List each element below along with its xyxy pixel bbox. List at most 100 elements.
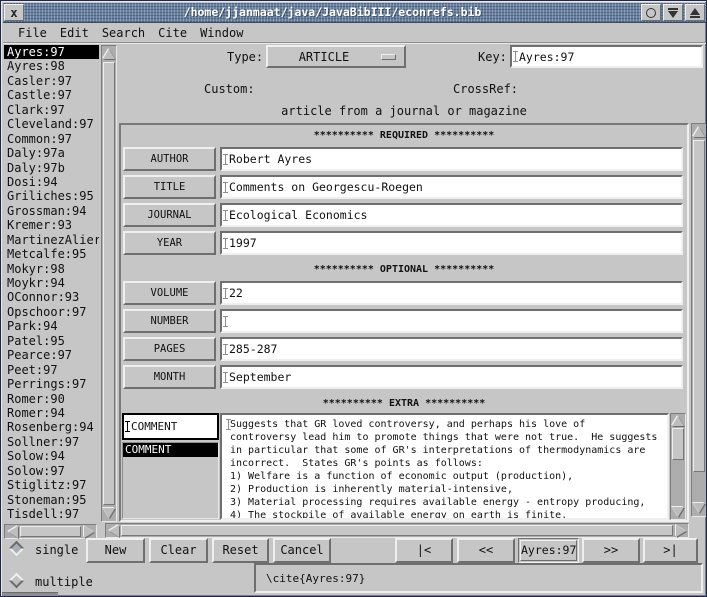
title-bar[interactable]: x /home/jjanmaat/java/JavaBibIII/econref…	[3, 3, 706, 23]
list-item[interactable]: Perrings:97	[4, 377, 99, 391]
list-item[interactable]: Stiglitz:97	[4, 478, 99, 492]
author-field-button[interactable]: AUTHOR	[123, 147, 216, 171]
list-item[interactable]: Cleveland:97	[4, 117, 99, 131]
list-item[interactable]: Griliches:95	[4, 189, 99, 203]
cancel-button[interactable]: Cancel	[273, 538, 331, 563]
number-field-button[interactable]: NUMBER	[123, 309, 216, 333]
list-item[interactable]: Kremer:93	[4, 218, 99, 232]
list-item[interactable]: Patel:95	[4, 334, 99, 348]
journal-input[interactable]: Ecological Economics	[220, 203, 683, 227]
list-item[interactable]: Ayres:98	[4, 59, 99, 73]
scroll-up-icon[interactable]	[102, 47, 116, 61]
scrollbar-thumb[interactable]	[672, 428, 684, 460]
list-item[interactable]: Park:94	[4, 319, 99, 333]
type-dropdown[interactable]: ARTICLE	[266, 45, 406, 68]
scroll-right-icon[interactable]	[674, 524, 687, 537]
list-item[interactable]: Romer:94	[4, 406, 99, 420]
key-input[interactable]: Ayres:97	[510, 45, 703, 68]
list-item[interactable]: Clark:97	[4, 103, 99, 117]
list-item[interactable]: Stoneman:95	[4, 493, 99, 507]
reset-button[interactable]: Reset	[212, 538, 269, 563]
list-item[interactable]: Sollner:97	[4, 435, 99, 449]
volume-input[interactable]: 22	[220, 281, 683, 305]
reference-list[interactable]: Ayres:97Ayres:98Casler:97Castle:97Clark:…	[4, 45, 99, 522]
list-item[interactable]: Solow:94	[4, 449, 99, 463]
cite-output-field[interactable]: \cite{Ayres:97}	[254, 563, 703, 593]
pages-input[interactable]: 285-287	[220, 337, 683, 361]
author-input[interactable]: Robert Ayres	[220, 147, 683, 171]
scroll-up-icon[interactable]	[692, 125, 706, 139]
cite-multiple-radio[interactable]	[9, 573, 25, 589]
list-item[interactable]: Ayres:97	[4, 45, 99, 59]
form-vscrollbar[interactable]	[691, 123, 707, 517]
scroll-left-icon[interactable]	[6, 525, 19, 538]
menu-cite[interactable]: Cite	[158, 26, 187, 40]
extra-field-list[interactable]: COMMENT	[122, 442, 219, 519]
list-item[interactable]: Grossman:94	[4, 204, 99, 218]
scrollbar-thumb[interactable]	[103, 62, 115, 505]
list-item[interactable]: Daly:97a	[4, 146, 99, 160]
list-item[interactable]: COMMENT	[123, 443, 218, 457]
new-button[interactable]: New	[86, 538, 145, 563]
month-input[interactable]: September	[220, 365, 683, 389]
scroll-left-icon[interactable]	[107, 524, 120, 537]
list-item[interactable]: Tisdell:97	[4, 507, 99, 521]
list-item[interactable]: Casler:97	[4, 74, 99, 88]
pages-field-button[interactable]: PAGES	[123, 337, 216, 361]
scrollbar-thumb[interactable]	[121, 525, 673, 536]
scroll-down-icon[interactable]	[671, 506, 685, 518]
reference-list-vscrollbar[interactable]	[101, 45, 117, 522]
window-menu-button[interactable]	[641, 4, 661, 21]
form-hscrollbar[interactable]	[105, 523, 689, 538]
journal-field-button[interactable]: JOURNAL	[123, 203, 216, 227]
list-item[interactable]: Rosenberg:94	[4, 420, 99, 434]
clear-button[interactable]: Clear	[149, 538, 208, 563]
comment-textarea[interactable]: Suggests that GR loved controversy, and …	[220, 413, 669, 520]
nav-next-button[interactable]: >>	[582, 538, 640, 563]
nav-prev-button[interactable]: <<	[457, 538, 515, 563]
title-input[interactable]: Comments on Georgescu-Roegen	[220, 175, 683, 199]
list-item[interactable]: Moykr:94	[4, 276, 99, 290]
nav-first-button[interactable]: |<	[395, 538, 453, 563]
list-item[interactable]: Daly:97b	[4, 161, 99, 175]
menu-file[interactable]: File	[18, 26, 47, 40]
list-item[interactable]: Pearce:97	[4, 348, 99, 362]
scroll-up-icon[interactable]	[671, 415, 685, 427]
menu-edit[interactable]: Edit	[60, 26, 89, 40]
close-button[interactable]: x	[4, 4, 24, 21]
scroll-down-icon[interactable]	[692, 501, 706, 515]
window-resize-handle[interactable]	[2, 592, 58, 597]
list-item[interactable]: Opschoor:97	[4, 305, 99, 319]
list-item[interactable]: OConnor:93	[4, 290, 99, 304]
title-field-button[interactable]: TITLE	[123, 175, 216, 199]
scroll-down-icon[interactable]	[102, 506, 116, 520]
list-item[interactable]: Dosi:94	[4, 175, 99, 189]
reference-list-hscrollbar[interactable]	[4, 524, 97, 539]
month-field-button[interactable]: MONTH	[123, 365, 216, 389]
scrollbar-thumb[interactable]	[693, 140, 705, 472]
list-item[interactable]: Solow:97	[4, 464, 99, 478]
list-item[interactable]: Castle:97	[4, 88, 99, 102]
year-input[interactable]: 1997	[220, 231, 683, 255]
shade-down-button[interactable]	[663, 4, 683, 21]
scrollbar-thumb[interactable]	[20, 526, 81, 537]
list-item[interactable]: Metcalfe:95	[4, 247, 99, 261]
number-input[interactable]	[220, 309, 683, 333]
nav-last-button[interactable]: >|	[643, 538, 698, 563]
list-item[interactable]: Common:97	[4, 132, 99, 146]
scroll-right-icon[interactable]	[82, 525, 95, 538]
menu-window[interactable]: Window	[200, 26, 243, 40]
volume-field-button[interactable]: VOLUME	[123, 281, 216, 305]
menu-bar: File Edit Search Cite Window	[3, 23, 706, 43]
shade-up-button[interactable]	[685, 4, 705, 21]
extra-field-name-input[interactable]: COMMENT	[122, 413, 219, 440]
list-item[interactable]: Mokyr:98	[4, 262, 99, 276]
list-item[interactable]: MartinezAlier:97	[4, 233, 99, 247]
list-item[interactable]: Romer:90	[4, 392, 99, 406]
key-label: Key:	[478, 50, 507, 64]
comment-vscrollbar[interactable]	[670, 413, 686, 520]
menu-search[interactable]: Search	[102, 26, 145, 40]
cite-single-radio[interactable]	[9, 541, 25, 557]
year-field-button[interactable]: YEAR	[123, 231, 216, 255]
list-item[interactable]: Peet:97	[4, 363, 99, 377]
